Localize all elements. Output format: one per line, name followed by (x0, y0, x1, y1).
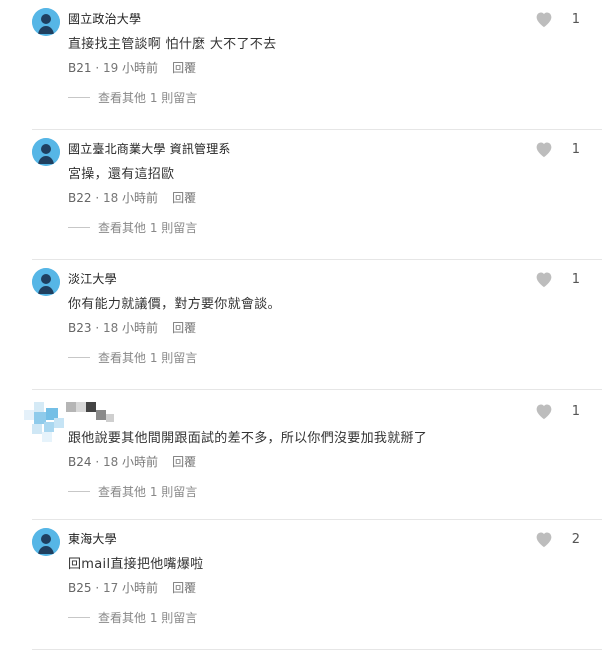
reply-button[interactable]: 回覆 (172, 579, 196, 596)
like-count: 1 (571, 141, 580, 157)
view-more-label[interactable]: 查看其他 1 則留言 (98, 219, 197, 236)
school-name[interactable]: 國立臺北商業大學 資訊管理系 (68, 140, 231, 157)
floor-time: B23 · 18 小時前 (68, 321, 159, 335)
reply-button[interactable]: 回覆 (172, 453, 196, 470)
divider-line (68, 617, 90, 618)
comment-item: 東海大學 回mail直接把他嘴爆啦 B25 · 17 小時前 回覆 查看其他 1… (0, 520, 614, 650)
avatar-icon[interactable] (32, 138, 60, 166)
view-more-replies[interactable]: 查看其他 1 則留言 (68, 89, 197, 106)
floor-time: B21 · 19 小時前 (68, 61, 159, 75)
divider-line (68, 227, 90, 228)
view-more-label[interactable]: 查看其他 1 則留言 (98, 349, 197, 366)
view-more-label[interactable]: 查看其他 1 則留言 (98, 483, 197, 500)
heart-icon[interactable] (534, 10, 554, 28)
floor-time: B24 · 18 小時前 (68, 455, 159, 469)
comment-meta: B23 · 18 小時前 回覆 (68, 319, 196, 336)
floor-number: B23 (68, 321, 92, 335)
like-count: 1 (571, 403, 580, 419)
comment-item: 國立臺北商業大學 資訊管理系 宮操，還有這招歐 B22 · 18 小時前 回覆 … (0, 130, 614, 260)
school-name[interactable]: 東海大學 (68, 530, 117, 547)
heart-icon[interactable] (534, 530, 554, 548)
view-more-replies[interactable]: 查看其他 1 則留言 (68, 219, 197, 236)
floor-number: B25 (68, 581, 92, 595)
heart-icon[interactable] (534, 140, 554, 158)
like-button[interactable]: 1 (534, 402, 580, 420)
comment-text: 直接找主管談啊 怕什麼 大不了不去 (68, 37, 277, 52)
like-button[interactable]: 1 (534, 10, 580, 28)
like-button[interactable]: 1 (534, 140, 580, 158)
comment-item: 淡江大學 你有能力就議價，對方要你就會談。 B23 · 18 小時前 回覆 查看… (0, 260, 614, 390)
comment-time: 18 小時前 (102, 191, 159, 205)
like-button[interactable]: 2 (534, 530, 580, 548)
comment-time: 18 小時前 (102, 455, 159, 469)
avatar-icon[interactable] (32, 268, 60, 296)
comment-meta: B22 · 18 小時前 回覆 (68, 189, 196, 206)
like-count: 2 (571, 531, 580, 547)
like-count: 1 (571, 271, 580, 287)
like-count: 1 (571, 11, 580, 27)
divider-line (68, 97, 90, 98)
school-name[interactable]: 國立政治大學 (68, 10, 141, 27)
divider-line (68, 357, 90, 358)
floor-number: B24 (68, 455, 92, 469)
heart-icon[interactable] (534, 402, 554, 420)
comment-time: 17 小時前 (102, 581, 159, 595)
like-button[interactable]: 1 (534, 270, 580, 288)
reply-button[interactable]: 回覆 (172, 189, 196, 206)
floor-number: B21 (68, 61, 92, 75)
comment-text: 回mail直接把他嘴爆啦 (68, 557, 204, 572)
view-more-replies[interactable]: 查看其他 1 則留言 (68, 609, 197, 626)
view-more-label[interactable]: 查看其他 1 則留言 (98, 609, 197, 626)
view-more-replies[interactable]: 查看其他 1 則留言 (68, 349, 197, 366)
comment-item: 國立政治大學 直接找主管談啊 怕什麼 大不了不去 B21 · 19 小時前 回覆… (0, 0, 614, 130)
comment-item: 跟他說要其他間開跟面試的差不多，所以你們沒要加我就掰了 B24 · 18 小時前… (0, 390, 614, 520)
avatar-icon[interactable] (32, 528, 60, 556)
comment-text: 跟他說要其他間開跟面試的差不多，所以你們沒要加我就掰了 (68, 431, 428, 446)
floor-time: B25 · 17 小時前 (68, 581, 159, 595)
heart-icon[interactable] (534, 270, 554, 288)
reply-button[interactable]: 回覆 (172, 319, 196, 336)
comment-meta: B25 · 17 小時前 回覆 (68, 579, 196, 596)
comment-time: 19 小時前 (102, 61, 159, 75)
divider-line (68, 491, 90, 492)
avatar-icon[interactable] (32, 8, 60, 36)
view-more-replies[interactable]: 查看其他 1 則留言 (68, 483, 197, 500)
comment-text: 你有能力就議價，對方要你就會談。 (68, 297, 281, 312)
view-more-label[interactable]: 查看其他 1 則留言 (98, 89, 197, 106)
floor-time: B22 · 18 小時前 (68, 191, 159, 205)
comment-text: 宮操，還有這招歐 (68, 167, 175, 182)
comment-meta: B24 · 18 小時前 回覆 (68, 453, 196, 470)
comment-meta: B21 · 19 小時前 回覆 (68, 59, 196, 76)
school-name[interactable]: 淡江大學 (68, 270, 117, 287)
reply-button[interactable]: 回覆 (172, 59, 196, 76)
floor-number: B22 (68, 191, 92, 205)
comment-time: 18 小時前 (102, 321, 159, 335)
